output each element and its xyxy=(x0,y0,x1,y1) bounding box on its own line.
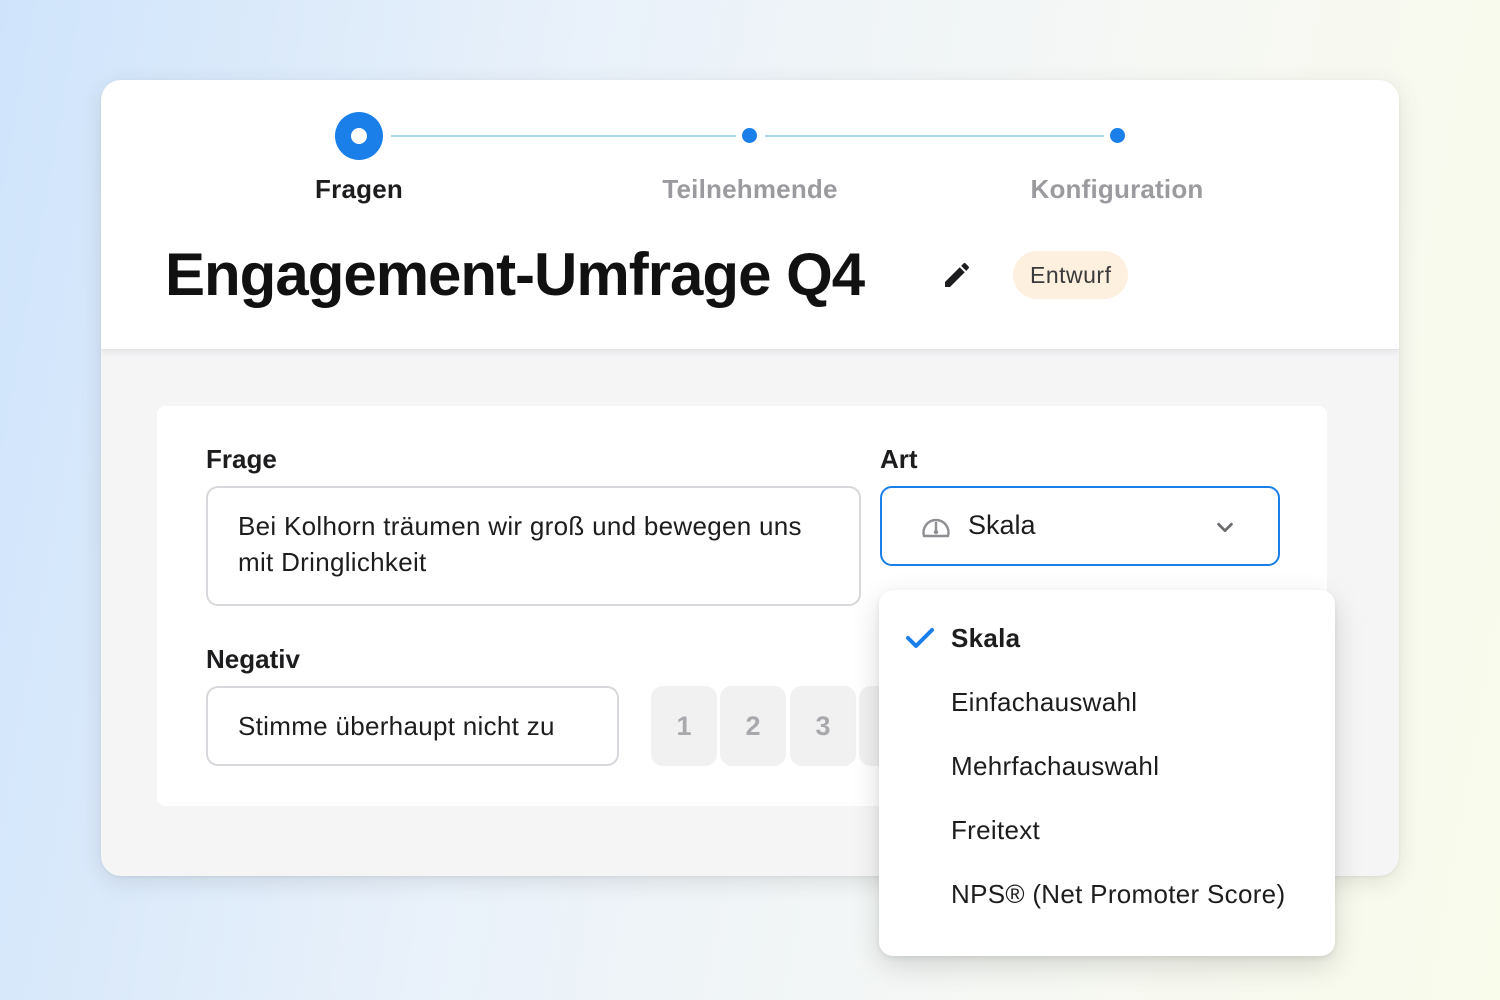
chevron-down-icon xyxy=(1217,522,1233,533)
negative-label-input[interactable]: Stimme überhaupt nicht zu xyxy=(206,686,619,766)
type-select[interactable]: Skala xyxy=(880,486,1280,566)
question-text-input[interactable]: Bei Kolhorn träumen wir groß und bewegen… xyxy=(206,486,861,606)
app-frame: Fragen Teilnehmende Konfiguration Engage… xyxy=(0,0,1500,1000)
gauge-icon xyxy=(922,518,950,538)
step-indicator-teilnehmende[interactable] xyxy=(742,128,757,143)
negative-label: Negativ xyxy=(206,644,300,674)
dropdown-option-freitext[interactable]: Freitext xyxy=(951,815,1040,846)
status-badge: Entwurf xyxy=(1013,251,1129,299)
type-select-value: Skala xyxy=(968,510,1036,540)
pencil-icon[interactable] xyxy=(941,259,973,291)
page-title: Engagement-Umfrage Q4 xyxy=(165,241,865,308)
card-header: Fragen Teilnehmende Konfiguration Engage… xyxy=(101,80,1399,350)
step-label-fragen[interactable]: Fragen xyxy=(315,174,403,205)
step-label-teilnehmende[interactable]: Teilnehmende xyxy=(662,174,837,205)
type-label: Art xyxy=(880,444,918,474)
dropdown-option-nps[interactable]: NPS® (Net Promoter Score) xyxy=(951,879,1285,910)
dropdown-option-mehrfachauswahl[interactable]: Mehrfachauswahl xyxy=(951,751,1159,782)
step-indicator-fragen[interactable] xyxy=(335,112,383,160)
scale-option-3[interactable]: 3 xyxy=(790,686,856,766)
dropdown-option-skala[interactable]: Skala xyxy=(951,623,1020,654)
scale-option-1[interactable]: 1 xyxy=(651,686,717,766)
checkmark-icon xyxy=(906,628,934,648)
step-label-konfiguration[interactable]: Konfiguration xyxy=(1030,174,1203,205)
dropdown-option-einfachauswahl[interactable]: Einfachauswahl xyxy=(951,687,1137,718)
type-dropdown-menu: Skala Einfachauswahl Mehrfachauswahl Fre… xyxy=(879,590,1335,956)
stepper-connector xyxy=(391,135,736,137)
scale-option-2[interactable]: 2 xyxy=(720,686,786,766)
question-label: Frage xyxy=(206,444,277,474)
stepper-connector xyxy=(765,135,1104,137)
step-indicator-konfiguration[interactable] xyxy=(1110,128,1125,143)
